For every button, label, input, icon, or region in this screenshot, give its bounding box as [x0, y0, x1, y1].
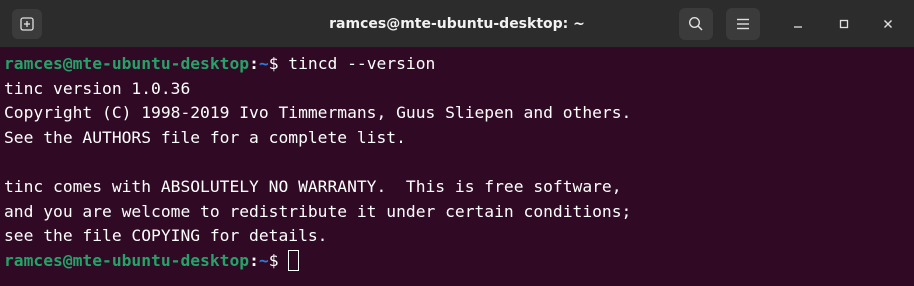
- prompt-path: ~: [258, 54, 269, 73]
- new-tab-icon: [20, 17, 34, 31]
- output-line: tinc comes with ABSOLUTELY NO WARRANTY. …: [4, 176, 622, 196]
- command-text: tincd --version: [288, 54, 436, 73]
- search-button[interactable]: [679, 8, 713, 40]
- text-cursor: [288, 249, 300, 271]
- output-line: Copyright (C) 1998-2019 Ivo Timmermans, …: [4, 103, 632, 123]
- maximize-icon: [839, 19, 849, 29]
- prompt-colon: :: [249, 250, 259, 270]
- window-title: ramces@mte-ubuntu-desktop: ~: [329, 16, 585, 32]
- prompt-line: ramces@mte-ubuntu-desktop:~$ tincd --ver…: [4, 52, 910, 77]
- maximize-button[interactable]: [832, 12, 856, 36]
- menu-button[interactable]: [726, 8, 760, 40]
- search-icon: [688, 16, 703, 31]
- prompt-symbol: $: [268, 54, 289, 73]
- terminal-window: ramces@mte-ubuntu-desktop: ~ ramces@mte-…: [0, 0, 914, 286]
- terminal-output[interactable]: ramces@mte-ubuntu-desktop:~$ tincd --ver…: [0, 52, 914, 286]
- menu-icon: [737, 18, 749, 30]
- close-button[interactable]: [876, 12, 900, 36]
- prompt-symbol: $: [268, 250, 289, 270]
- minimize-button[interactable]: [786, 12, 810, 36]
- prompt-colon: :: [249, 54, 259, 73]
- output-line: tinc version 1.0.36: [4, 78, 191, 98]
- output-line: see the file COPYING for details.: [4, 226, 328, 246]
- titlebar: ramces@mte-ubuntu-desktop: ~: [0, 0, 914, 48]
- output-line: and you are welcome to redistribute it u…: [4, 201, 632, 221]
- prompt-path: ~: [258, 250, 269, 270]
- output-line: See the AUTHORS file for a complete list…: [4, 127, 406, 147]
- prompt-user-host: ramces@mte-ubuntu-desktop: [4, 250, 250, 270]
- close-icon: [884, 20, 892, 28]
- minimize-icon: [794, 26, 802, 28]
- prompt-line: ramces@mte-ubuntu-desktop:~$: [4, 249, 910, 274]
- prompt-user-host: ramces@mte-ubuntu-desktop: [4, 54, 250, 73]
- new-tab-button[interactable]: [12, 9, 42, 39]
